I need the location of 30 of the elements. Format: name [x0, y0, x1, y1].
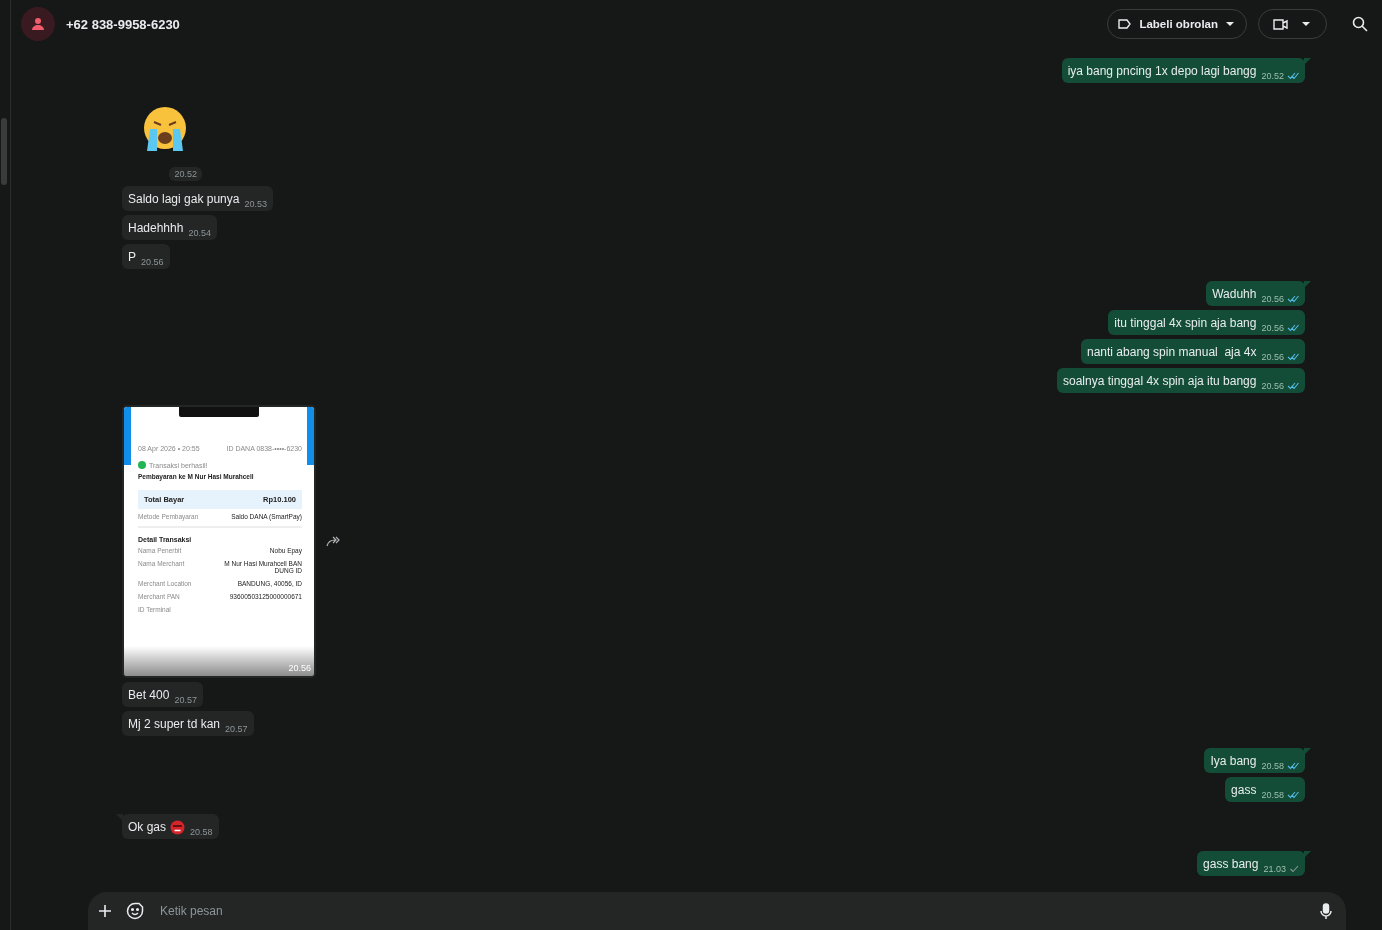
forward-icon[interactable]: [326, 535, 340, 548]
video-camera-icon: [1273, 18, 1288, 30]
receipt-screenshot[interactable]: [122, 405, 316, 678]
outgoing-message[interactable]: nanti abang spin manual aja 4x 20.56: [1081, 339, 1305, 364]
incoming-message[interactable]: Mj 2 super td kan 20.57: [122, 711, 254, 736]
scrollbar-thumb[interactable]: [1, 118, 7, 185]
header-band: [307, 407, 314, 465]
incoming-message[interactable]: Bet 400 20.57: [122, 682, 203, 707]
search-button[interactable]: [1352, 16, 1368, 32]
contact-name: +62 838-9958-6230: [66, 16, 181, 32]
search-icon: [1352, 16, 1368, 32]
message-field[interactable]: Ketik pesan: [88, 892, 1346, 930]
outgoing-message[interactable]: gass 20.58: [1225, 777, 1305, 802]
caret-icon: [1226, 21, 1234, 27]
microphone-icon[interactable]: [1320, 902, 1332, 920]
incoming-message[interactable]: Hadehhhh 20.54: [122, 215, 217, 240]
success-icon: [138, 461, 146, 469]
message-time: 20.56: [288, 663, 311, 673]
caret-icon: [1302, 21, 1310, 27]
plus-icon[interactable]: [98, 904, 112, 918]
outgoing-message[interactable]: soalnya tinggal 4x spin aja itu bangg 20.56: [1057, 368, 1305, 393]
outgoing-message[interactable]: itu tinggal 4x spin aja bang 20.56: [1108, 310, 1305, 335]
label-icon: [1118, 19, 1132, 29]
person-icon: [31, 17, 45, 31]
message-time: 20.52: [169, 167, 202, 181]
incoming-message[interactable]: Saldo lagi gak punya 20.53: [122, 186, 273, 211]
incoming-message[interactable]: P 20.56: [122, 244, 170, 269]
message-input[interactable]: Ketik pesan: [158, 903, 1306, 919]
contact-avatar[interactable]: [21, 7, 55, 41]
header-band: [124, 407, 131, 465]
